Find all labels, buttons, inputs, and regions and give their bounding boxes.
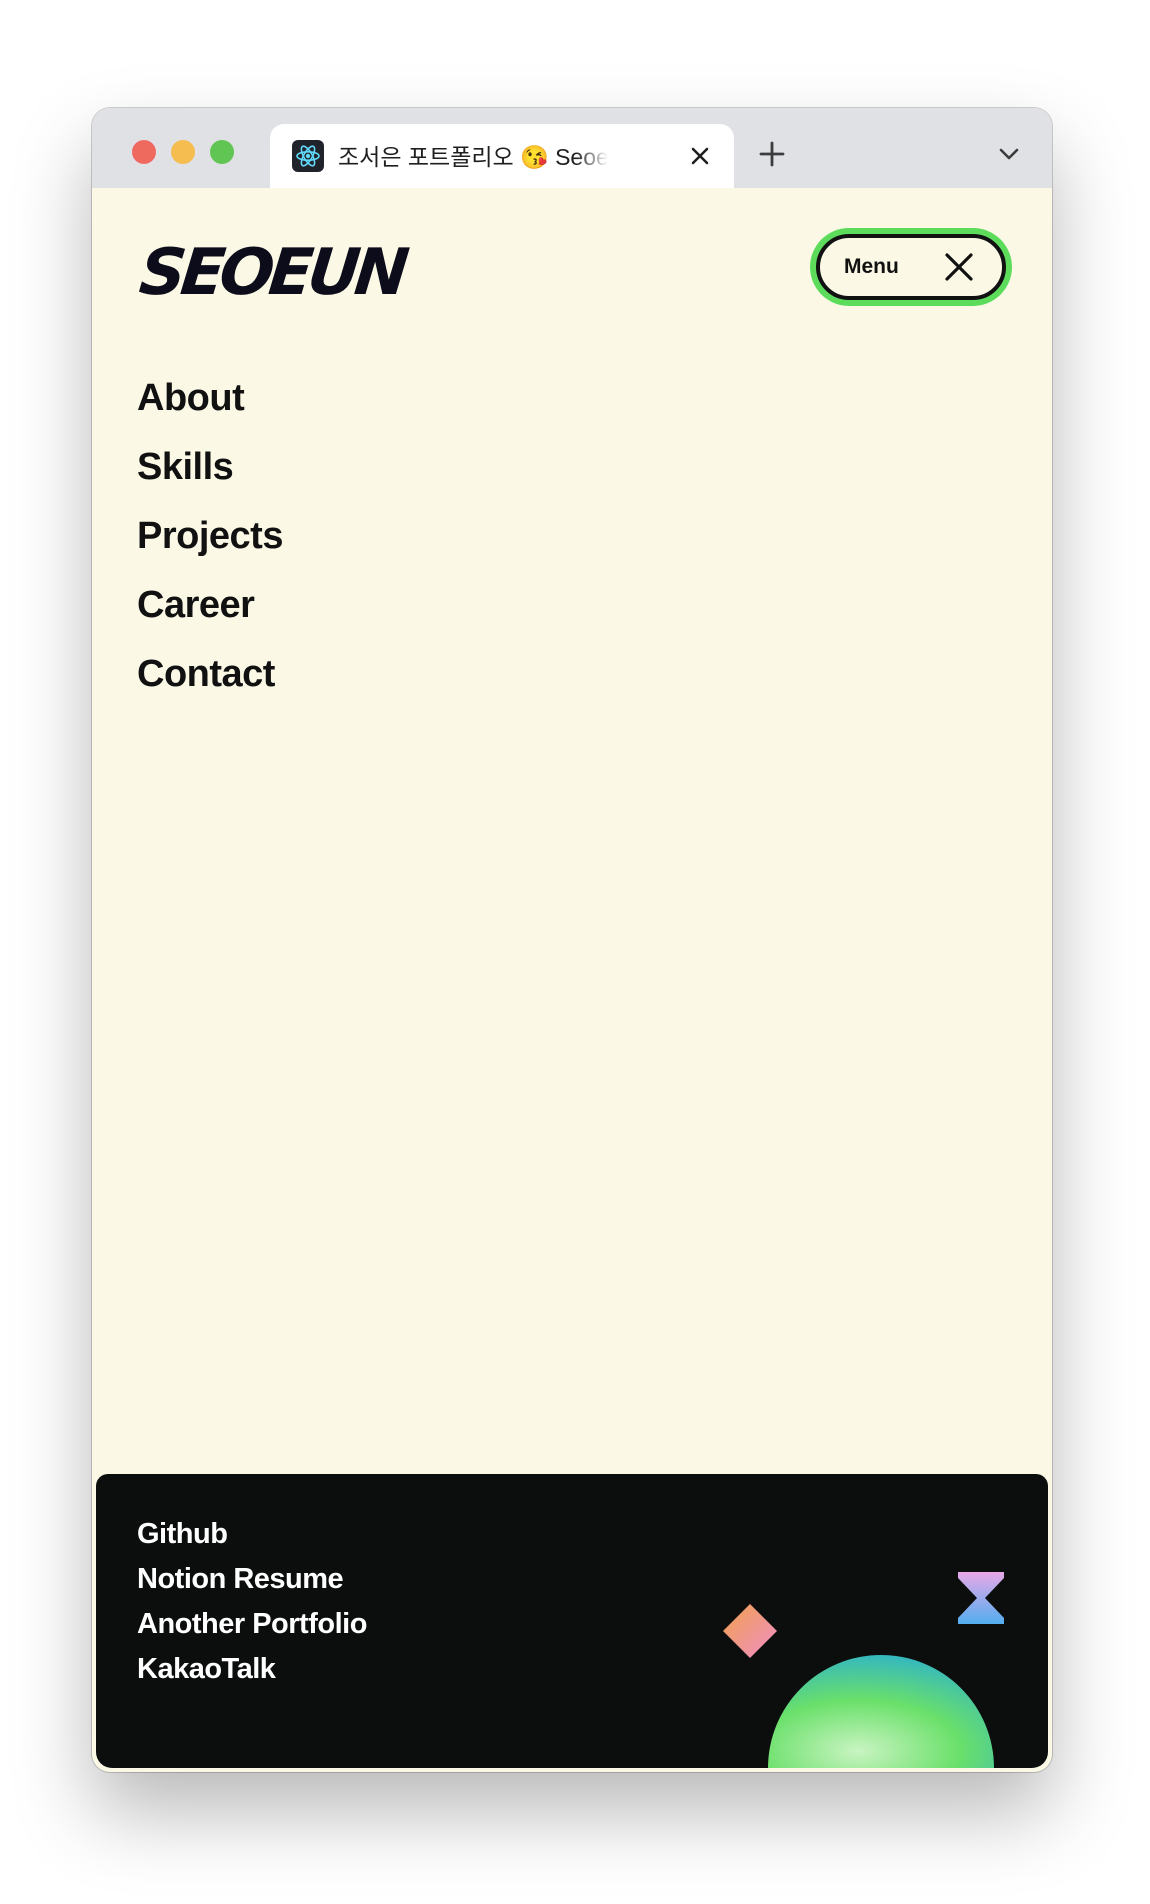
site-logo[interactable]: SEOEUN [136, 236, 407, 310]
browser-tab[interactable]: 조서은 포트폴리오 😘 Seoeun-Portfolio [270, 124, 734, 188]
menu-close-button[interactable]: Menu [816, 234, 1006, 300]
main-nav: About Skills Projects Career Contact [137, 373, 283, 718]
nav-item-contact[interactable]: Contact [137, 649, 283, 718]
footer: Github Notion Resume Another Portfolio K… [96, 1474, 1048, 1768]
nav-item-skills[interactable]: Skills [137, 442, 283, 511]
title-bar: 조서은 포트폴리오 😘 Seoeun-Portfolio [92, 108, 1052, 188]
close-icon [944, 252, 974, 282]
minimize-window-button[interactable] [171, 140, 195, 164]
decorative-shapes [723, 1572, 1004, 1768]
diamond-shape-icon [723, 1604, 777, 1658]
nav-item-about[interactable]: About [137, 373, 283, 442]
react-icon [292, 140, 324, 172]
browser-window: 조서은 포트폴리오 😘 Seoeun-Portfolio SEOEUN Menu [92, 108, 1052, 1772]
green-sphere-shape [768, 1655, 994, 1768]
page-content: SEOEUN Menu About Skills Projects Career… [92, 190, 1052, 1470]
menu-label: Menu [844, 255, 899, 278]
nav-item-projects[interactable]: Projects [137, 511, 283, 580]
nav-item-career[interactable]: Career [137, 580, 283, 649]
tab-title: 조서은 포트폴리오 😘 Seoeun-Portfolio [338, 144, 608, 170]
new-tab-icon[interactable] [758, 140, 786, 168]
chevron-down-icon[interactable] [998, 146, 1020, 162]
maximize-window-button[interactable] [210, 140, 234, 164]
close-tab-icon[interactable] [688, 144, 712, 168]
hourglass-shape-icon [958, 1572, 1004, 1624]
close-window-button[interactable] [132, 140, 156, 164]
